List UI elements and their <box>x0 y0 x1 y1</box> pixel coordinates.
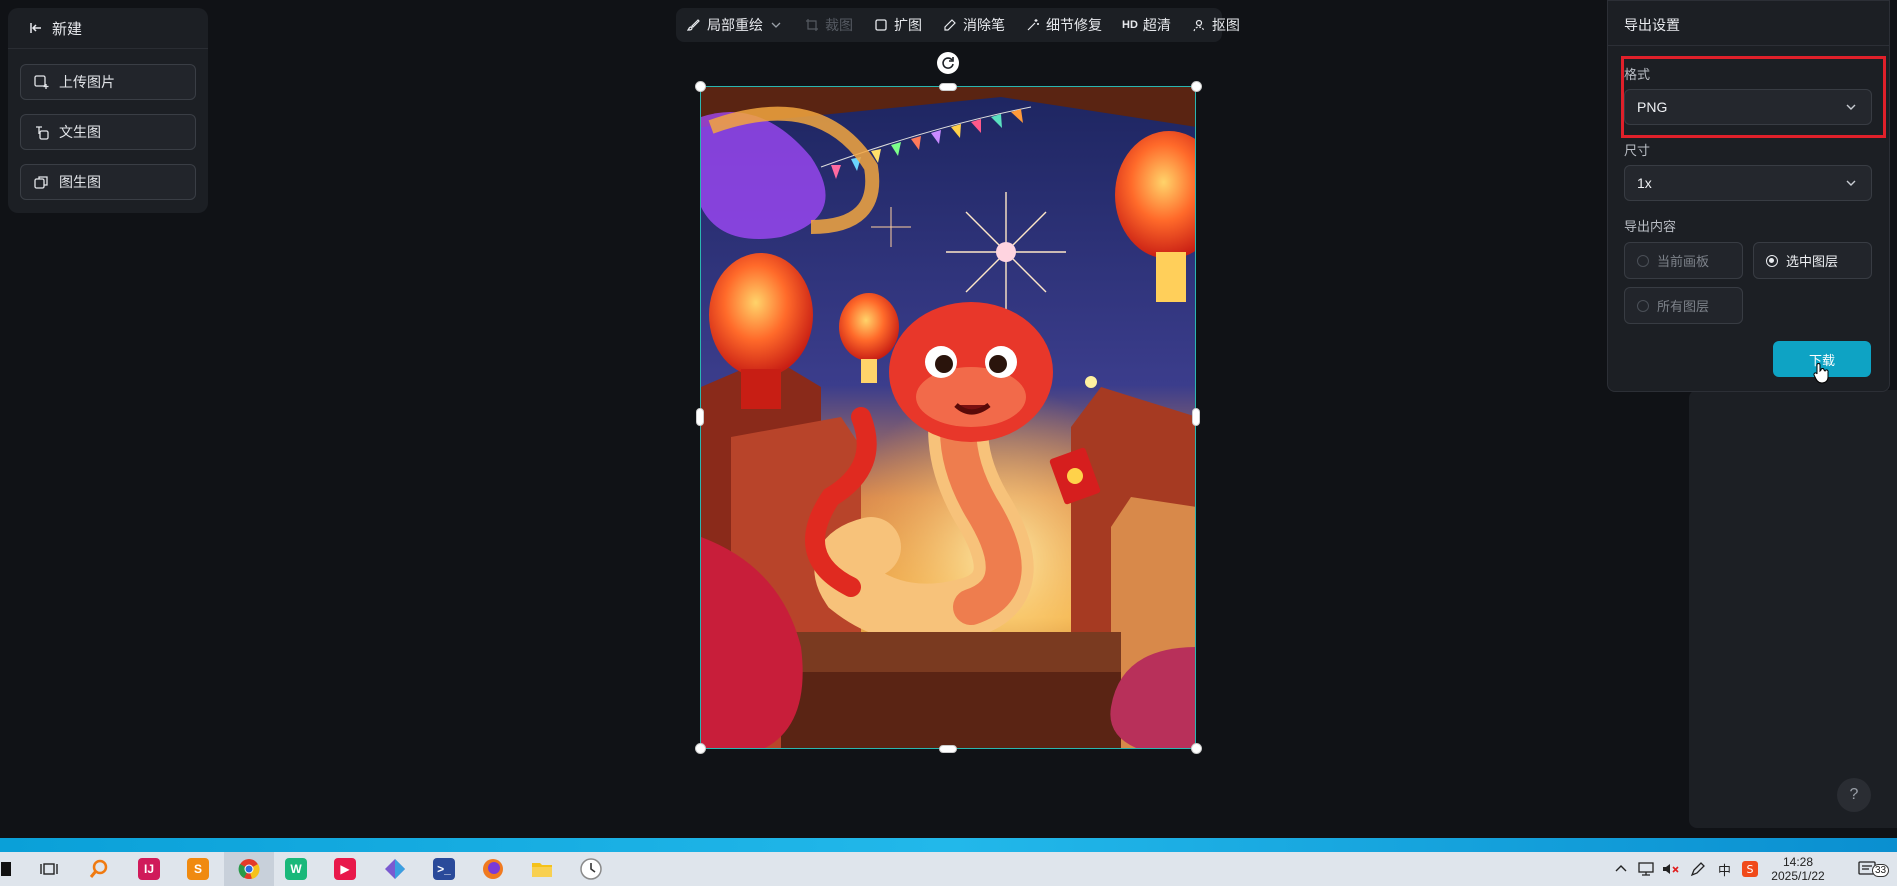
radio-icon <box>1637 299 1649 312</box>
radio-checked-icon <box>1766 254 1778 267</box>
image-to-image-button[interactable]: 图生图 <box>20 164 196 200</box>
radio-icon <box>1637 254 1649 267</box>
expand-label: 扩图 <box>894 17 922 33</box>
taskbar-accent-strip <box>0 838 1897 852</box>
resize-handle-top-left[interactable] <box>695 81 706 92</box>
snake-new-year-artwork <box>701 87 1195 748</box>
option-current-artboard-label: 当前画板 <box>1657 254 1710 269</box>
upscale-tool[interactable]: HD 超清 <box>1112 15 1181 35</box>
hd-badge: HD <box>1122 19 1138 31</box>
upscale-label: 超清 <box>1142 17 1171 33</box>
chevron-down-icon <box>1843 175 1859 191</box>
ime-indicator[interactable]: 中 <box>1718 852 1731 886</box>
wechat-app-icon[interactable]: W <box>285 858 307 880</box>
option-selected-layer[interactable]: 选中图层 <box>1753 242 1872 279</box>
inpaint-tool[interactable]: 局部重绘 <box>676 15 794 35</box>
chevron-down-icon <box>1843 99 1859 115</box>
new-button[interactable]: 新建 <box>8 8 208 49</box>
powershell-app-icon[interactable]: >_ <box>433 858 455 880</box>
chrome-app-icon[interactable] <box>224 852 274 886</box>
option-current-artboard[interactable]: 当前画板 <box>1624 242 1743 279</box>
eraser-tool[interactable]: 消除笔 <box>932 15 1015 35</box>
crop-icon <box>804 17 820 33</box>
export-divider <box>1608 45 1889 46</box>
help-label: ? <box>1849 786 1859 803</box>
text-to-image-icon <box>33 124 49 140</box>
tray-chevron-icon[interactable] <box>1614 852 1628 886</box>
search-icon[interactable] <box>88 858 110 880</box>
start-icon[interactable] <box>0 858 12 880</box>
canvas-image-layer[interactable] <box>700 86 1196 749</box>
sublime-app-icon[interactable]: S <box>187 858 209 880</box>
taskbar-clock[interactable]: 14:28 2025/1/22 <box>1758 855 1838 883</box>
size-value: 1x <box>1637 175 1652 191</box>
inpaint-label: 局部重绘 <box>707 17 763 33</box>
resize-handle-bottom-right[interactable] <box>1191 743 1202 754</box>
jetbrains-app-icon[interactable]: IJ <box>138 858 160 880</box>
text-to-image-button[interactable]: 文生图 <box>20 114 196 150</box>
rotate-handle[interactable] <box>937 52 959 74</box>
export-content-label: 导出内容 <box>1624 219 1677 234</box>
image-upload-icon <box>33 74 49 90</box>
cutout-tool[interactable]: 抠图 <box>1181 15 1250 35</box>
resize-handle-bottom-left[interactable] <box>695 743 706 754</box>
expand-tool[interactable]: 扩图 <box>863 15 932 35</box>
task-view-icon[interactable] <box>38 858 60 880</box>
left-panel: 新建 上传图片 文生图 图生图 <box>8 8 208 213</box>
option-selected-layer-label: 选中图层 <box>1786 254 1839 269</box>
brush-icon <box>686 17 702 33</box>
resize-handle-right[interactable] <box>1192 408 1200 426</box>
export-settings-panel: 导出设置 格式 PNG 尺寸 1x 导出内容 当前画板 选中图层 所有图层 下载 <box>1607 0 1890 392</box>
detail-fix-label: 细节修复 <box>1046 17 1102 33</box>
windows-taskbar: IJ S W ▶ >_ 中 S 14:28 2025/1/22 33 <box>0 852 1897 886</box>
text-to-image-label: 文生图 <box>59 124 101 140</box>
rotate-icon <box>940 55 956 71</box>
file-explorer-icon[interactable] <box>531 858 553 880</box>
magic-wand-icon <box>1025 17 1041 33</box>
sogou-ime-icon[interactable]: S <box>1742 852 1758 886</box>
network-icon[interactable] <box>1638 852 1654 886</box>
expand-icon <box>873 17 889 33</box>
edit-toolbar: 局部重绘 裁图 扩图 消除笔 细节修复 HD 超清 抠图 <box>676 8 1240 42</box>
export-title: 导出设置 <box>1624 17 1680 33</box>
format-label: 格式 <box>1624 67 1651 82</box>
svg-text:S: S <box>1747 863 1754 876</box>
resize-handle-left[interactable] <box>696 408 704 426</box>
pen-icon[interactable] <box>1690 852 1706 886</box>
new-label: 新建 <box>52 20 83 38</box>
clock-date: 2025/1/22 <box>1771 869 1825 883</box>
crop-tool[interactable]: 裁图 <box>794 15 863 35</box>
size-select[interactable]: 1x <box>1624 165 1872 201</box>
right-side-panel <box>1689 390 1897 828</box>
resize-handle-top-right[interactable] <box>1191 81 1202 92</box>
option-all-layers[interactable]: 所有图层 <box>1624 287 1743 324</box>
notification-badge: 33 <box>1872 864 1890 877</box>
media-app-icon[interactable]: ▶ <box>334 858 356 880</box>
size-label: 尺寸 <box>1624 143 1651 158</box>
resize-handle-top[interactable] <box>939 83 957 91</box>
upload-image-button[interactable]: 上传图片 <box>20 64 196 100</box>
cutout-icon <box>1191 17 1207 33</box>
hand-cursor-icon <box>1812 362 1830 389</box>
clock-time: 14:28 <box>1782 855 1814 869</box>
volume-muted-icon[interactable] <box>1662 852 1680 886</box>
firefox-app-icon[interactable] <box>482 858 504 880</box>
help-button[interactable]: ? <box>1837 778 1871 812</box>
eraser-icon <box>942 17 958 33</box>
git-app-icon[interactable] <box>384 858 406 880</box>
image-to-image-label: 图生图 <box>59 174 101 190</box>
resize-handle-bottom[interactable] <box>939 745 957 753</box>
eraser-label: 消除笔 <box>963 17 1005 33</box>
option-all-layers-label: 所有图层 <box>1657 299 1710 314</box>
clock-app-icon[interactable] <box>580 858 602 880</box>
chevron-down-icon <box>768 17 784 33</box>
image-to-image-icon <box>33 174 49 190</box>
upload-image-label: 上传图片 <box>59 74 115 90</box>
crop-label: 裁图 <box>825 17 853 33</box>
back-arrow-icon <box>28 20 44 36</box>
detail-fix-tool[interactable]: 细节修复 <box>1015 15 1112 35</box>
cutout-label: 抠图 <box>1211 17 1240 33</box>
format-value: PNG <box>1637 99 1668 115</box>
format-select[interactable]: PNG <box>1624 89 1872 125</box>
